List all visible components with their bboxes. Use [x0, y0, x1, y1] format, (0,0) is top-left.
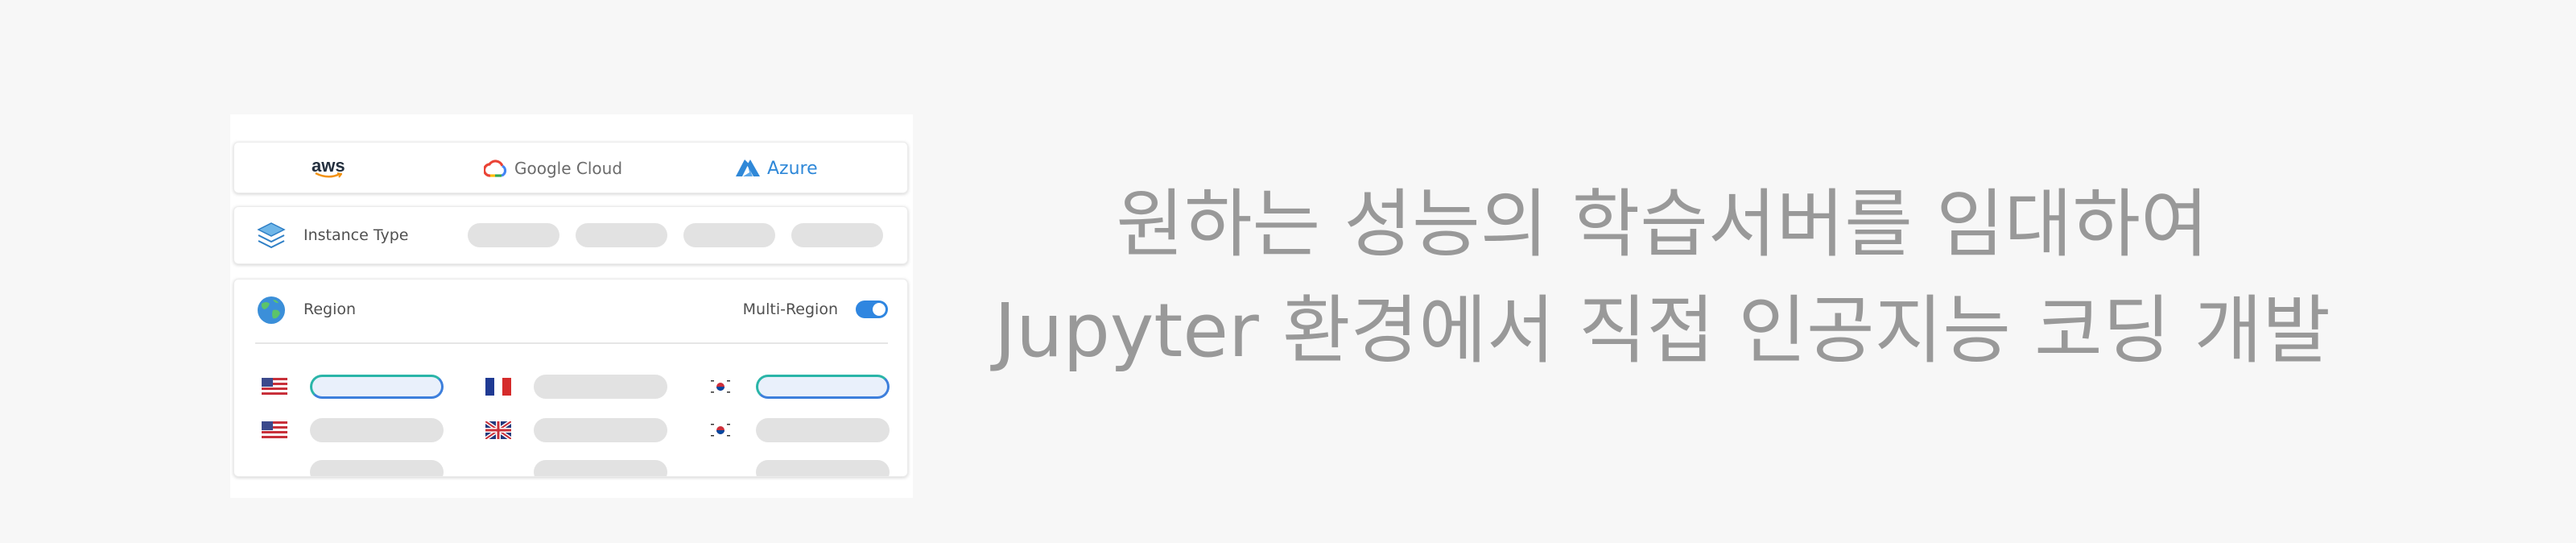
instance-option[interactable] — [683, 223, 775, 247]
azure-logo-icon — [736, 160, 760, 176]
region-option-us[interactable] — [310, 418, 444, 442]
region-option-kr[interactable] — [756, 418, 890, 442]
uk-flag-icon — [485, 421, 511, 439]
divider — [255, 342, 888, 344]
aws-logo-icon: aws — [312, 155, 345, 176]
instance-option[interactable] — [468, 223, 559, 247]
instance-type-row: Instance Type — [233, 206, 908, 264]
cloud-selector-mockup: aws Google Cloud Azure Instance Type Reg… — [230, 114, 913, 498]
fr-flag-icon — [485, 378, 511, 396]
region-label: Region — [303, 301, 357, 318]
region-option-uk[interactable] — [534, 418, 667, 442]
provider-label: Azure — [767, 158, 818, 179]
instance-option[interactable] — [791, 223, 883, 247]
provider-aws[interactable]: aws — [312, 143, 345, 194]
multi-region-toggle[interactable] — [856, 301, 888, 318]
region-option-kr-selected[interactable] — [756, 375, 890, 399]
us-flag-icon — [262, 421, 287, 439]
region-option[interactable] — [310, 460, 444, 476]
region-option-fr[interactable] — [534, 375, 667, 399]
region-option[interactable] — [534, 460, 667, 476]
multi-region-label: Multi-Region — [742, 301, 838, 318]
headline-line-2: Jupyter 환경에서 직접 인공지능 코딩 개발 — [994, 288, 2330, 374]
provider-label: Google Cloud — [514, 159, 623, 178]
provider-azure[interactable]: Azure — [735, 143, 818, 194]
headline-line-1: 원하는 성능의 학습서버를 임대하여 — [1116, 181, 2209, 267]
globe-icon — [258, 296, 285, 324]
region-option[interactable] — [756, 460, 890, 476]
google-cloud-logo-icon — [484, 160, 507, 177]
us-flag-icon — [262, 378, 287, 396]
layers-icon — [257, 222, 286, 249]
instance-type-label: Instance Type — [303, 226, 409, 244]
kr-flag-icon — [708, 378, 733, 396]
region-option-us-selected[interactable] — [310, 375, 444, 399]
provider-google-cloud[interactable]: Google Cloud — [484, 143, 622, 194]
toggle-knob — [873, 303, 886, 316]
kr-flag-icon — [708, 421, 733, 439]
region-panel: Region Multi-Region — [233, 279, 908, 477]
provider-bar: aws Google Cloud Azure — [233, 142, 908, 193]
instance-option[interactable] — [576, 223, 667, 247]
aws-smile-icon — [315, 172, 342, 178]
